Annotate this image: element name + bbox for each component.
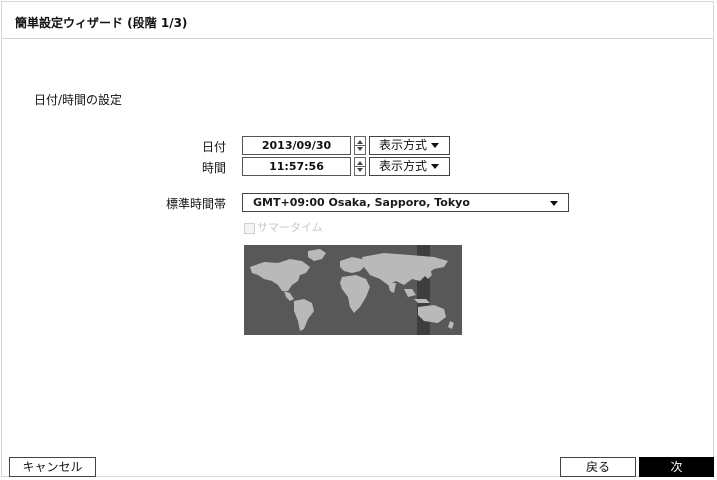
timezone-select[interactable]: GMT+09:00 Osaka, Sapporo, Tokyo <box>242 193 569 212</box>
title-bar: 簡単設定ウィザード (段階 1/3) <box>2 2 713 39</box>
timezone-map[interactable] <box>244 245 462 335</box>
world-map-image <box>250 245 454 335</box>
date-field[interactable]: 2013/09/30 <box>242 136 351 155</box>
time-label: 時間 <box>201 161 226 175</box>
wizard-window: 簡単設定ウィザード (段階 1/3) <box>1 1 714 477</box>
time-format-button[interactable]: 表示方式 <box>369 157 450 176</box>
time-field[interactable]: 11:57:56 <box>242 157 351 176</box>
caret-down-icon <box>431 164 440 169</box>
date-spinner[interactable] <box>354 136 366 155</box>
dst-checkbox[interactable] <box>244 222 255 234</box>
dst-label: サマータイム <box>257 221 323 234</box>
spin-down-icon[interactable] <box>357 168 363 172</box>
wizard-title: 簡単設定ウィザード (段階 1/3) <box>15 16 188 30</box>
date-format-label: 表示方式 <box>379 138 428 152</box>
caret-down-icon <box>431 143 440 148</box>
time-spinner[interactable] <box>354 157 366 176</box>
caret-down-icon <box>550 201 558 206</box>
time-format-label: 表示方式 <box>379 159 428 173</box>
cancel-button[interactable]: キャンセル <box>9 457 96 477</box>
timezone-value: GMT+09:00 Osaka, Sapporo, Tokyo <box>253 196 470 209</box>
date-format-button[interactable]: 表示方式 <box>369 136 450 155</box>
date-label: 日付 <box>201 140 226 154</box>
spin-down-icon[interactable] <box>357 147 363 151</box>
spin-up-icon[interactable] <box>357 161 363 165</box>
back-button[interactable]: 戻る <box>560 457 636 477</box>
next-button[interactable]: 次 <box>639 457 714 477</box>
section-title: 日付/時間の設定 <box>34 93 123 107</box>
spin-up-icon[interactable] <box>357 140 363 144</box>
timezone-label: 標準時間帯 <box>165 197 226 211</box>
dst-row: サマータイム <box>244 219 323 235</box>
